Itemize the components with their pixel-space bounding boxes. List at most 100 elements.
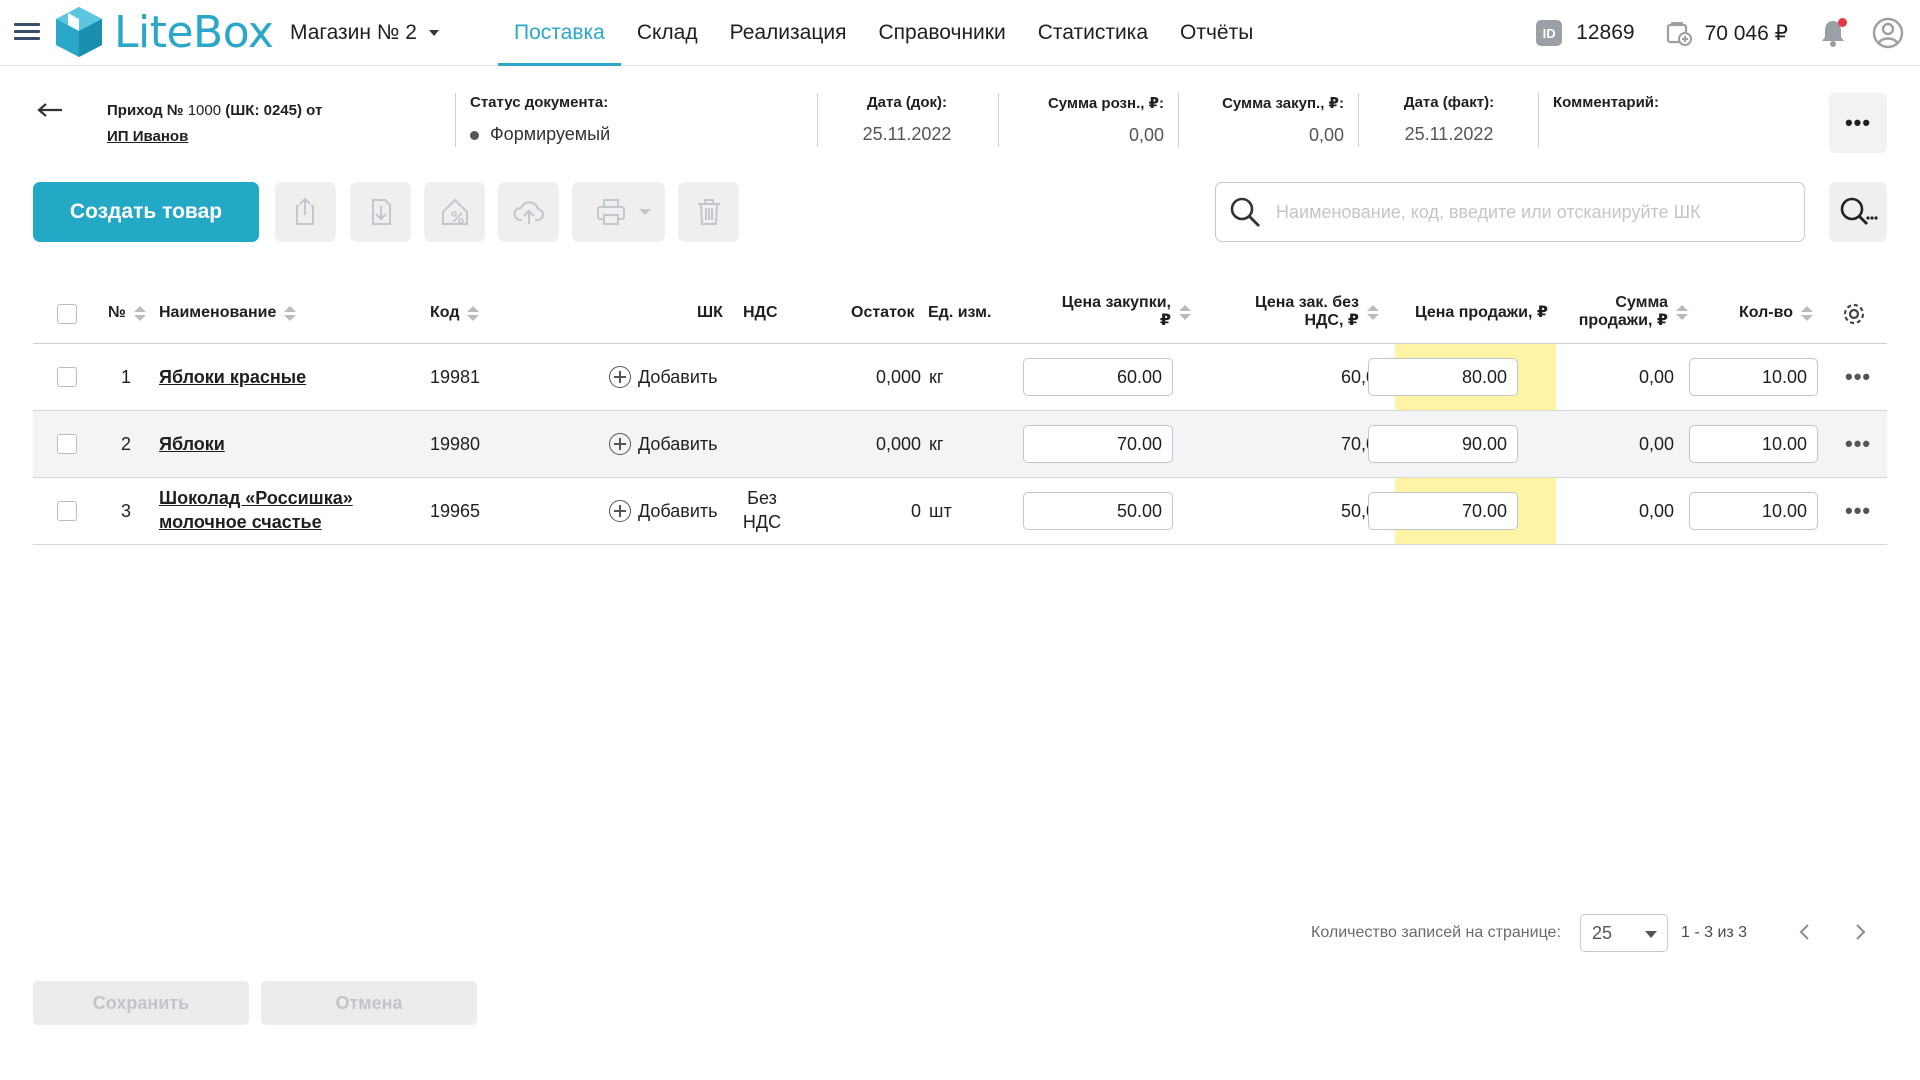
sort-icon [467, 305, 480, 321]
file-import-icon [371, 199, 391, 225]
purchase-price-input[interactable]: 50.00 [1023, 492, 1173, 530]
divider [455, 93, 456, 147]
top-bar: LiteBox Магазин № 2 Поставка Склад Реали… [0, 0, 1920, 66]
add-barcode-button[interactable]: Добавить [609, 432, 718, 456]
sale-sum-value: 0,00 [1638, 501, 1674, 521]
sum-purchase-value: 0,00 [1308, 125, 1344, 145]
sum-retail-label: Сумма розн., ₽: [1047, 95, 1164, 112]
logo[interactable]: LiteBox [54, 5, 274, 59]
chevron-left-icon[interactable] [1795, 920, 1815, 944]
back-arrow-icon[interactable] [36, 100, 64, 120]
select-all-checkbox[interactable] [57, 304, 77, 324]
nav-item-spravochniki[interactable]: Справочники [862, 0, 1021, 66]
products-table: № Наименование Код ШК НДС Остаток Ед. из… [33, 283, 1887, 545]
row-checkbox[interactable] [57, 367, 77, 387]
chevron-right-icon[interactable] [1850, 920, 1870, 944]
delete-button[interactable] [678, 182, 739, 242]
create-product-button[interactable]: Создать товар [33, 182, 259, 242]
col-num-label: № [108, 304, 126, 321]
row-more-button[interactable]: ••• [1845, 364, 1871, 390]
upload-button[interactable] [498, 182, 559, 242]
markup-button[interactable] [424, 182, 485, 242]
product-name-link[interactable]: Шоколад «Россишка» молочное счастье [159, 486, 353, 534]
vat-line-1: Без [747, 488, 777, 508]
row-more-button[interactable]: ••• [1845, 498, 1871, 524]
store-selector[interactable]: Магазин № 2 [290, 21, 439, 45]
date-doc-value[interactable]: 25.11.2022 [818, 124, 996, 145]
col-qty[interactable]: Кол-во [1739, 304, 1814, 322]
litebox-logo-icon [56, 7, 102, 57]
supplier-link[interactable]: ИП Иванов [107, 124, 447, 150]
col-code[interactable]: Код [430, 304, 480, 322]
cloud-upload-icon [513, 201, 544, 224]
qty-input[interactable]: 10.00 [1689, 358, 1818, 396]
col-purchase-price[interactable]: Цена закупки, ₽ [1023, 294, 1191, 330]
gear-icon[interactable] [1841, 301, 1867, 327]
row-checkbox[interactable] [57, 501, 77, 521]
sale-price-input[interactable]: 70.00 [1368, 492, 1518, 530]
col-num[interactable]: № [108, 304, 146, 322]
cancel-button[interactable]: Отмена [261, 981, 477, 1025]
status-label: Статус документа: [470, 94, 609, 111]
user-panel: ID 12869 70 046 ₽ [1536, 0, 1920, 66]
date-fact-value[interactable]: 25.11.2022 [1360, 124, 1538, 145]
divider [1538, 93, 1539, 147]
row-more-button[interactable]: ••• [1845, 431, 1871, 457]
sum-retail-value: 0,00 [1128, 125, 1164, 145]
page-size-select[interactable]: 25 [1580, 914, 1668, 952]
chevron-down-icon [428, 30, 439, 36]
purchase-price-input[interactable]: 70.00 [1023, 425, 1173, 463]
print-button[interactable] [572, 182, 665, 242]
sort-icon [1676, 304, 1688, 320]
search-input[interactable] [1276, 201, 1776, 223]
add-barcode-button[interactable]: Добавить [609, 365, 718, 389]
sale-sum-value: 0,00 [1638, 367, 1674, 387]
add-barcode-button[interactable]: Добавить [609, 499, 718, 523]
chevron-down-icon [1645, 931, 1657, 938]
export-button[interactable] [275, 182, 336, 242]
nav-item-sklad[interactable]: Склад [621, 0, 714, 66]
table-row[interactable]: 1 Яблоки красные 19981 Добавить 0,000 кг… [33, 344, 1887, 411]
sale-sum-value: 0,00 [1638, 434, 1674, 454]
stock-value: 0 [910, 501, 921, 521]
col-sale-sum-label-1: Сумма [1615, 294, 1668, 311]
printer-icon [596, 199, 625, 225]
product-name-link[interactable]: Яблоки [159, 432, 225, 456]
nav-item-statistika[interactable]: Статистика [1022, 0, 1164, 66]
qty-input[interactable]: 10.00 [1689, 492, 1818, 530]
sort-icon [1801, 305, 1814, 321]
col-purchase-novat[interactable]: Цена зак. без НДС, ₽ [1203, 294, 1379, 330]
col-name[interactable]: Наименование [159, 304, 297, 322]
sale-price-input[interactable]: 90.00 [1368, 425, 1518, 463]
col-sale-sum[interactable]: Сумма продажи, ₽ [1538, 294, 1688, 330]
search-field[interactable] [1215, 182, 1805, 242]
bell-icon[interactable] [1818, 18, 1848, 48]
nav-item-realizatsiya[interactable]: Реализация [714, 0, 863, 66]
advanced-search-button[interactable] [1829, 182, 1887, 242]
qty-input[interactable]: 10.00 [1689, 425, 1818, 463]
logo-text: LiteBox [114, 6, 274, 58]
nav-item-postavka[interactable]: Поставка [498, 0, 621, 66]
table-row[interactable]: 2 Яблоки 19980 Добавить 0,000 кг 70.00 7… [33, 411, 1887, 478]
stock-value: 0,000 [875, 367, 921, 387]
import-button[interactable] [350, 182, 411, 242]
row-checkbox[interactable] [57, 434, 77, 454]
table-row[interactable]: 3 Шоколад «Россишка» молочное счастье 19… [33, 478, 1887, 545]
status-value: Формируемый [490, 124, 611, 144]
document-more-button[interactable]: ••• [1829, 93, 1887, 153]
menu-icon[interactable] [14, 23, 40, 43]
divider [998, 93, 999, 147]
notification-dot [1838, 18, 1847, 27]
doc-comment[interactable]: Комментарий: [1553, 94, 1659, 111]
col-name-label: Наименование [159, 304, 277, 321]
wallet-icon[interactable] [1665, 19, 1693, 47]
product-name-link[interactable]: Яблоки красные [159, 365, 306, 389]
nav-item-otchety[interactable]: Отчёты [1164, 0, 1269, 66]
save-button[interactable]: Сохранить [33, 981, 249, 1025]
plus-circle-icon [609, 366, 631, 388]
avatar-icon[interactable] [1872, 17, 1904, 49]
sale-price-input[interactable]: 80.00 [1368, 358, 1518, 396]
balance: 70 046 ₽ [1704, 21, 1788, 45]
percent-tag-icon [441, 198, 468, 225]
purchase-price-input[interactable]: 60.00 [1023, 358, 1173, 396]
